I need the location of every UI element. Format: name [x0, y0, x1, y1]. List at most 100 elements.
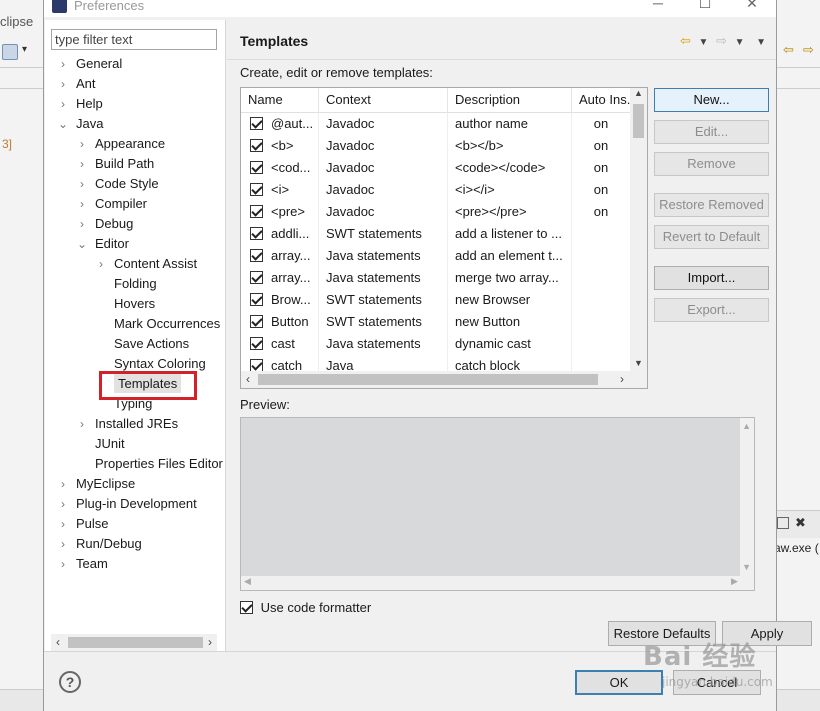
tree-item-junit[interactable]: ›JUnit — [76, 434, 226, 454]
expanded-chevron-icon[interactable]: ⌄ — [76, 234, 88, 254]
help-icon[interactable]: ? — [59, 671, 81, 693]
collapsed-chevron-icon[interactable]: › — [57, 54, 69, 74]
collapsed-chevron-icon[interactable]: › — [57, 534, 69, 554]
forward-arrow-icon[interactable]: ⇨ — [716, 33, 727, 48]
collapsed-chevron-icon[interactable]: › — [76, 134, 88, 154]
enabled-checkbox[interactable] — [250, 293, 263, 306]
checkbox-checked-icon[interactable] — [240, 601, 253, 614]
collapsed-chevron-icon[interactable]: › — [76, 194, 88, 214]
preview-horizontal-scrollbar[interactable] — [241, 576, 740, 590]
column-header-name[interactable]: Name — [241, 88, 319, 113]
collapsed-chevron-icon[interactable]: › — [57, 474, 69, 494]
use-code-formatter-checkbox[interactable]: Use code formatter — [240, 600, 371, 615]
back-arrow-icon[interactable]: ⇦ — [680, 33, 691, 48]
table-vertical-scrollbar[interactable]: ▲ ▼ — [630, 88, 647, 372]
enabled-checkbox[interactable] — [250, 271, 263, 284]
preview-scroll-up-icon[interactable]: ▲ — [742, 421, 751, 431]
tree-item-plug-in-development[interactable]: › Plug-in Development — [57, 494, 226, 514]
tree-item-properties-files-editor[interactable]: ›Properties Files Editor — [76, 454, 226, 474]
revert-to-default-button[interactable]: Revert to Default — [654, 225, 769, 249]
preview-scroll-left-icon[interactable]: ◀ — [244, 576, 251, 587]
tree-scroll-thumb[interactable] — [68, 637, 203, 648]
table-row[interactable]: <b> Javadoc <b></b> on — [241, 135, 631, 157]
table-row[interactable]: cast Java statements dynamic cast — [241, 333, 631, 355]
tree-item-build-path[interactable]: › Build Path — [76, 154, 226, 174]
collapsed-chevron-icon[interactable]: › — [76, 154, 88, 174]
scroll-down-icon[interactable]: ▼ — [630, 358, 647, 372]
tree-item-java[interactable]: ⌄ Java — [57, 114, 226, 134]
tree-item-help[interactable]: › Help — [57, 94, 226, 114]
tree-item-pulse[interactable]: › Pulse — [57, 514, 226, 534]
tree-item-editor[interactable]: ⌄ Editor — [76, 234, 226, 254]
table-row[interactable]: Brow... SWT statements new Browser — [241, 289, 631, 311]
enabled-checkbox[interactable] — [250, 161, 263, 174]
table-row[interactable]: array... Java statements add an element t.… — [241, 245, 631, 267]
minimize-button[interactable]: ─ — [635, 0, 681, 15]
table-row[interactable]: array... Java statements merge two array..… — [241, 267, 631, 289]
collapsed-chevron-icon[interactable]: › — [76, 414, 88, 434]
tree-item-general[interactable]: › General — [57, 54, 226, 74]
collapsed-chevron-icon[interactable]: › — [57, 94, 69, 114]
tree-item-appearance[interactable]: › Appearance — [76, 134, 226, 154]
column-header-description[interactable]: Description — [448, 88, 572, 113]
table-row[interactable]: addli... SWT statements add a listener to … — [241, 223, 631, 245]
tree-item-mark-occurrences[interactable]: ›Mark Occurrences — [95, 314, 226, 334]
back-dropdown-icon[interactable]: ▼ — [699, 37, 709, 48]
enabled-checkbox[interactable] — [250, 227, 263, 240]
enabled-checkbox[interactable] — [250, 117, 263, 130]
tree-item-content-assist[interactable]: › Content Assist — [95, 254, 226, 274]
ok-button[interactable]: OK — [575, 670, 663, 695]
enabled-checkbox[interactable] — [250, 315, 263, 328]
edit-template-button[interactable]: Edit... — [654, 120, 769, 144]
tree-item-ant[interactable]: › Ant — [57, 74, 226, 94]
restore-removed-button[interactable]: Restore Removed — [654, 193, 769, 217]
table-scroll-thumb[interactable] — [633, 104, 644, 138]
table-row[interactable]: <i> Javadoc <i></i> on — [241, 179, 631, 201]
enabled-checkbox[interactable] — [250, 249, 263, 262]
tree-item-code-style[interactable]: › Code Style — [76, 174, 226, 194]
table-row[interactable]: Button SWT statements new Button — [241, 311, 631, 333]
enabled-checkbox[interactable] — [250, 205, 263, 218]
tree-item-installed-jres[interactable]: › Installed JREs — [76, 414, 226, 434]
collapsed-chevron-icon[interactable]: › — [76, 174, 88, 194]
collapsed-chevron-icon[interactable]: › — [57, 74, 69, 94]
column-header-context[interactable]: Context — [319, 88, 448, 113]
table-scroll-right-icon[interactable]: › — [615, 371, 629, 388]
import-button[interactable]: Import... — [654, 266, 769, 290]
forward-dropdown-icon[interactable]: ▼ — [735, 37, 745, 48]
collapsed-chevron-icon[interactable]: › — [95, 254, 107, 274]
tree-item-folding[interactable]: ›Folding — [95, 274, 226, 294]
tree-item-run-debug[interactable]: › Run/Debug — [57, 534, 226, 554]
export-button[interactable]: Export... — [654, 298, 769, 322]
tree-item-hovers[interactable]: ›Hovers — [95, 294, 226, 314]
collapsed-chevron-icon[interactable]: › — [76, 214, 88, 234]
scroll-left-icon[interactable]: ‹ — [51, 634, 65, 651]
tree-item-save-actions[interactable]: ›Save Actions — [95, 334, 226, 354]
view-menu-icon[interactable]: ▼ — [756, 37, 766, 48]
table-row[interactable]: <cod... Javadoc <code></code> on — [241, 157, 631, 179]
enabled-checkbox[interactable] — [250, 337, 263, 350]
collapsed-chevron-icon[interactable]: › — [57, 494, 69, 514]
enabled-checkbox[interactable] — [250, 183, 263, 196]
table-hscroll-thumb[interactable] — [258, 374, 598, 385]
table-scroll-left-icon[interactable]: ‹ — [241, 371, 255, 388]
expanded-chevron-icon[interactable]: ⌄ — [57, 114, 69, 134]
remove-template-button[interactable]: Remove — [654, 152, 769, 176]
tree-item-debug[interactable]: › Debug — [76, 214, 226, 234]
scroll-up-icon[interactable]: ▲ — [630, 88, 647, 102]
table-row[interactable]: <pre> Javadoc <pre></pre> on — [241, 201, 631, 223]
close-button[interactable]: ✕ — [729, 0, 775, 15]
tree-item-myeclipse[interactable]: › MyEclipse — [57, 474, 226, 494]
maximize-button[interactable]: ☐ — [682, 0, 728, 15]
filter-input[interactable] — [51, 29, 217, 50]
enabled-checkbox[interactable] — [250, 139, 263, 152]
scroll-right-icon[interactable]: › — [203, 634, 217, 651]
preview-scroll-down-icon[interactable]: ▼ — [742, 562, 751, 572]
collapsed-chevron-icon[interactable]: › — [57, 554, 69, 574]
tree-horizontal-scrollbar[interactable]: ‹ › — [51, 634, 217, 651]
preview-scroll-right-icon[interactable]: ▶ — [731, 576, 738, 587]
table-horizontal-scrollbar[interactable]: ‹ › — [241, 371, 647, 388]
tree-item-compiler[interactable]: › Compiler — [76, 194, 226, 214]
preview-area[interactable]: ▲ ▼ ◀ ▶ — [240, 417, 755, 591]
tree-item-team[interactable]: › Team — [57, 554, 226, 574]
